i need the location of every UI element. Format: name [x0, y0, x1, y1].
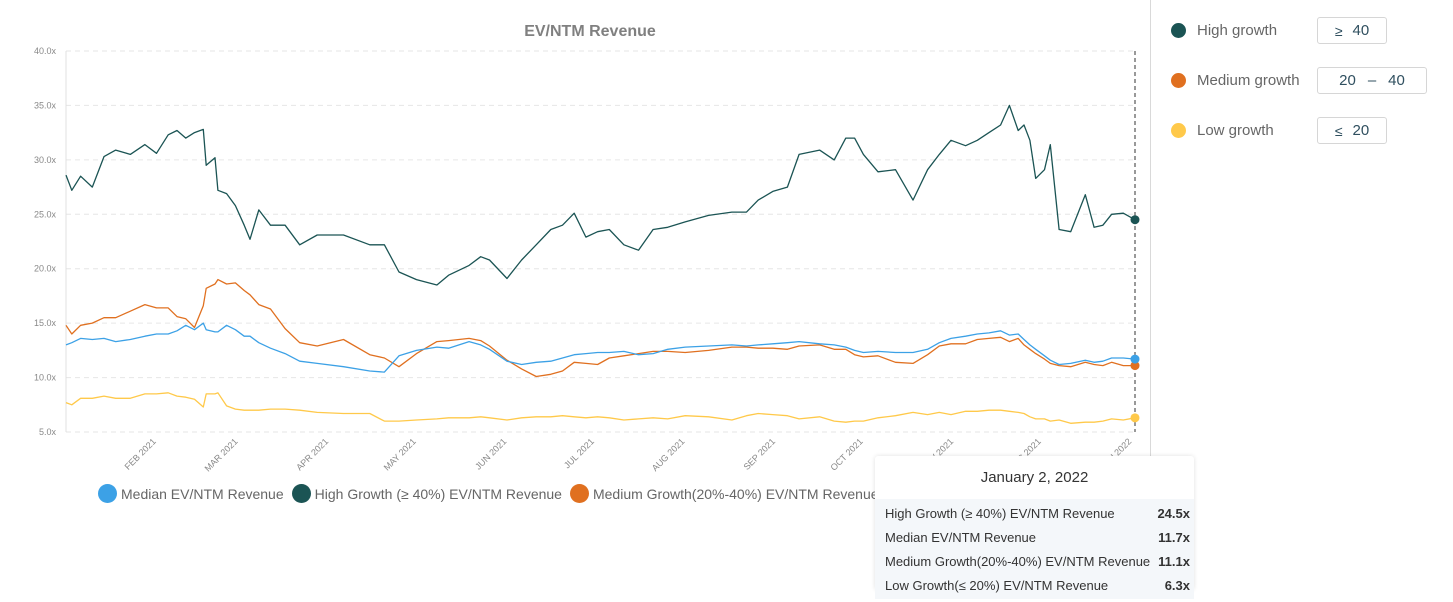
low-growth-threshold-value: 20 [1352, 122, 1370, 139]
medium-growth-label: Medium growth [1197, 72, 1300, 89]
tooltip-row: Median EV/NTM Revenue 11.7x [875, 525, 1194, 549]
y-tick-label: 10.0x [34, 373, 57, 383]
legend-item-medium-growth[interactable]: Medium Growth(20%-40%) EV/NTM Revenue [569, 484, 879, 503]
high-growth-threshold-value: 40 [1352, 22, 1370, 39]
tooltip-row: High Growth (≥ 40%) EV/NTM Revenue 24.5x [875, 501, 1194, 525]
medium-growth-dot-icon [1171, 73, 1186, 88]
chart-title: EV/NTM Revenue [524, 23, 656, 40]
x-tick-label: APR 2021 [294, 436, 330, 472]
legend-label: Median EV/NTM Revenue [121, 485, 284, 502]
tooltip-value: 24.5x [1157, 505, 1190, 521]
legend-dot-icon [569, 484, 589, 503]
tooltip-value: 6.3x [1164, 577, 1190, 593]
series-line [65, 392, 1136, 424]
chart-tooltip: January 2, 2022 High Growth (≥ 40%) EV/N… [875, 456, 1194, 599]
x-tick-label: JUN 2021 [473, 436, 508, 471]
series-line [65, 278, 1135, 378]
y-tick-label: 30.0x [34, 155, 57, 165]
high-growth-row: High growth ≥ 40 [1171, 17, 1387, 44]
medium-growth-to: 40 [1388, 72, 1405, 89]
less-equal-icon: ≤ [1334, 122, 1343, 139]
medium-growth-from: 20 [1339, 72, 1356, 89]
legend-dot-icon [98, 484, 117, 503]
tooltip-label: High Growth (≥ 40%) EV/NTM Revenue [885, 505, 1115, 521]
legend-item-high-growth[interactable]: High Growth (≥ 40%) EV/NTM Revenue [291, 484, 562, 503]
y-tick-label: 35.0x [34, 100, 57, 110]
legend-dot-icon [291, 484, 311, 503]
grid-lines [66, 50, 1135, 433]
low-growth-row: Low growth ≤ 20 [1171, 117, 1387, 144]
high-growth-threshold-input[interactable]: ≥ 40 [1317, 17, 1387, 44]
ev-ntm-revenue-chart: EV/NTM Revenue 5.0x 10.0x 15.0x 20.0x 25.0x 3… [34, 23, 1140, 473]
x-tick-label: OCT 2021 [828, 436, 864, 472]
y-tick-label: 40.0x [34, 46, 57, 56]
greater-equal-icon: ≥ [1334, 22, 1343, 39]
y-tick-label: 5.0x [39, 427, 57, 437]
high-growth-dot-icon [1171, 23, 1186, 38]
legend-item-median[interactable]: Median EV/NTM Revenue [98, 484, 284, 503]
hover-point-marker [1130, 215, 1140, 225]
series-line [65, 322, 1136, 373]
medium-growth-range-input[interactable]: 20 – 40 [1317, 67, 1427, 94]
x-tick-label: MAY 2021 [382, 436, 418, 472]
y-tick-label: 15.0x [34, 318, 57, 328]
low-growth-label: Low growth [1197, 122, 1274, 139]
low-growth-threshold-input[interactable]: ≤ 20 [1317, 117, 1387, 144]
x-tick-label: JUL 2021 [562, 436, 596, 470]
tooltip-row: Low Growth(≤ 20%) EV/NTM Revenue 6.3x [875, 573, 1194, 597]
tooltip-value: 11.7x [1158, 529, 1190, 545]
tooltip-row: Medium Growth(20%-40%) EV/NTM Revenue 11… [875, 549, 1194, 573]
y-tick-label: 20.0x [34, 264, 57, 274]
legend-label: High Growth (≥ 40%) EV/NTM Revenue [314, 485, 562, 502]
tooltip-value: 11.1x [1158, 553, 1190, 569]
tooltip-label: Median EV/NTM Revenue [885, 529, 1037, 545]
x-tick-label: FEB 2021 [123, 436, 158, 471]
tooltip-label: Medium Growth(20%-40%) EV/NTM Revenue [885, 553, 1151, 569]
y-axis: 5.0x 10.0x 15.0x 20.0x 25.0x 30.0x 35.0x 40.0x [34, 46, 57, 437]
growth-thresholds-panel: High growth ≥ 40 Medium growth 20 – 40 L… [1150, 0, 1453, 460]
range-separator: – [1367, 72, 1377, 89]
tooltip-date: January 2, 2022 [980, 469, 1089, 486]
tooltip-label: Low Growth(≤ 20%) EV/NTM Revenue [885, 577, 1109, 593]
x-tick-label: SEP 2021 [742, 436, 778, 472]
medium-growth-row: Medium growth 20 – 40 [1171, 67, 1427, 94]
hover-point-marker [1130, 413, 1140, 423]
x-tick-label: MAR 2021 [203, 436, 240, 473]
low-growth-dot-icon [1171, 123, 1186, 138]
legend-label: Medium Growth(20%-40%) EV/NTM Revenue [592, 485, 879, 502]
series-group [65, 104, 1136, 424]
series-line [65, 104, 1136, 286]
high-growth-label: High growth [1197, 22, 1278, 39]
y-tick-label: 25.0x [34, 209, 57, 219]
tooltip-body: High Growth (≥ 40%) EV/NTM Revenue 24.5x… [875, 499, 1194, 599]
x-tick-label: AUG 2021 [650, 436, 687, 473]
hover-point-marker [1130, 354, 1140, 364]
